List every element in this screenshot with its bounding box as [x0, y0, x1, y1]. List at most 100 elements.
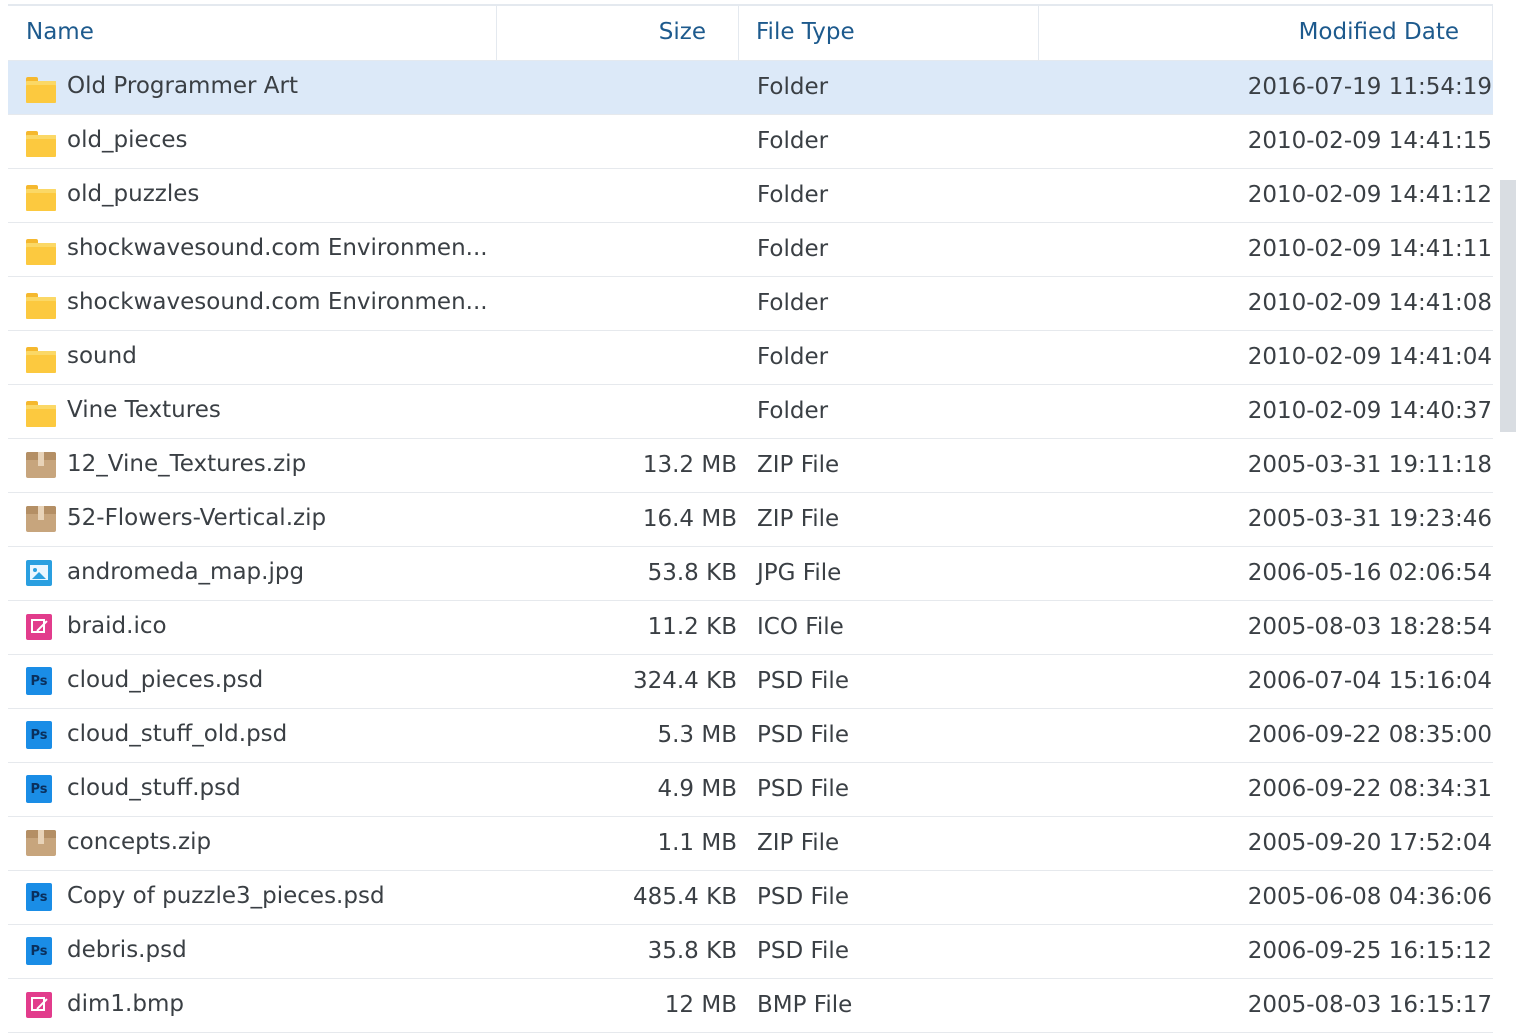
- file-name: sound: [67, 343, 137, 369]
- file-row[interactable]: Ps Copy of puzzle3_pieces.psd 485.4 KB PSD …: [8, 871, 1493, 925]
- file-row[interactable]: 52-Flowers-Vertical.zip 16.4 MB ZIP File 20…: [8, 493, 1493, 547]
- file-row[interactable]: sound Folder 2010-02-09 14:41:04: [8, 331, 1493, 385]
- file-type: JPG File: [757, 560, 842, 586]
- modified-date: 2010-02-09 14:40:37: [1247, 398, 1492, 424]
- file-list-body: Old Programmer Art Folder 2016-07-19 11:54…: [8, 61, 1493, 1033]
- file-name: Vine Textures: [67, 397, 221, 423]
- file-name: cloud_stuff.psd: [67, 775, 241, 801]
- file-name: old_puzzles: [67, 181, 200, 207]
- file-row[interactable]: concepts.zip 1.1 MB ZIP File 2005-09-20 17:…: [8, 817, 1493, 871]
- folder-icon: [26, 223, 58, 276]
- file-row[interactable]: braid.ico 11.2 KB ICO File 2005-08-03 18:28…: [8, 601, 1493, 655]
- modified-date: 2006-09-25 16:15:12: [1247, 938, 1492, 964]
- file-type: PSD File: [757, 668, 849, 694]
- file-size: [497, 61, 737, 114]
- photoshop-icon: Ps: [26, 763, 58, 816]
- file-type: Folder: [757, 74, 829, 100]
- zip-icon: [26, 439, 58, 492]
- file-row[interactable]: Ps debris.psd 35.8 KB PSD File 2006-09-25 16…: [8, 925, 1493, 979]
- file-size: [497, 331, 737, 384]
- file-size: [497, 385, 737, 438]
- file-type: Folder: [757, 344, 829, 370]
- file-size: 16.4 MB: [642, 506, 737, 532]
- modified-date: 2010-02-09 14:41:15: [1247, 128, 1492, 154]
- file-row[interactable]: dim1.bmp 12 MB BMP File 2005-08-03 16:15:17: [8, 979, 1493, 1033]
- file-size: [497, 277, 737, 330]
- zip-icon: [26, 493, 58, 546]
- file-name: shockwavesound.com Environmen...: [67, 289, 488, 315]
- file-row[interactable]: old_pieces Folder 2010-02-09 14:41:15: [8, 115, 1493, 169]
- file-type: PSD File: [757, 722, 849, 748]
- file-name: 52-Flowers-Vertical.zip: [67, 505, 327, 531]
- modified-date: 2005-08-03 18:28:54: [1247, 614, 1492, 640]
- folder-icon: [26, 61, 58, 114]
- file-row[interactable]: Old Programmer Art Folder 2016-07-19 11:54…: [8, 61, 1493, 115]
- file-name: dim1.bmp: [67, 991, 184, 1017]
- file-row[interactable]: shockwavesound.com Environmen... Folder 20…: [8, 277, 1493, 331]
- file-type: ZIP File: [757, 452, 840, 478]
- file-size: 1.1 MB: [657, 830, 737, 856]
- modified-date: 2005-06-08 04:36:06: [1247, 884, 1492, 910]
- file-size: [497, 223, 737, 276]
- file-name: Copy of puzzle3_pieces.psd: [67, 883, 385, 909]
- file-size: 485.4 KB: [632, 884, 737, 910]
- modified-date: 2010-02-09 14:41:11: [1247, 236, 1492, 262]
- column-header-size[interactable]: Size: [497, 6, 739, 60]
- modified-date: 2016-07-19 11:54:19: [1247, 74, 1492, 100]
- file-name: debris.psd: [67, 937, 187, 963]
- photoshop-icon: Ps: [26, 925, 58, 978]
- file-type: Folder: [757, 290, 829, 316]
- folder-icon: [26, 331, 58, 384]
- photoshop-icon: Ps: [26, 655, 58, 708]
- file-row[interactable]: old_puzzles Folder 2010-02-09 14:41:12: [8, 169, 1493, 223]
- file-size: 4.9 MB: [657, 776, 737, 802]
- file-name: shockwavesound.com Environmen...: [67, 235, 488, 261]
- file-type: BMP File: [757, 992, 853, 1018]
- modified-date: 2006-09-22 08:35:00: [1247, 722, 1492, 748]
- edit-image-icon: [26, 979, 58, 1032]
- column-header-file-type[interactable]: File Type: [739, 6, 1039, 60]
- file-type: ZIP File: [757, 830, 840, 856]
- file-name: concepts.zip: [67, 829, 212, 855]
- modified-date: 2010-02-09 14:41:12: [1247, 182, 1492, 208]
- file-row[interactable]: shockwavesound.com Environmen... Folder 20…: [8, 223, 1493, 277]
- file-list-table: Name Size File Type Modified Date Old Pr…: [8, 4, 1493, 1033]
- folder-icon: [26, 277, 58, 330]
- file-type: Folder: [757, 398, 829, 424]
- modified-date: 2010-02-09 14:41:04: [1247, 344, 1492, 370]
- vertical-scrollbar[interactable]: [1500, 180, 1516, 432]
- file-type: ZIP File: [757, 506, 840, 532]
- file-row[interactable]: andromeda_map.jpg 53.8 KB JPG File 2006-05-…: [8, 547, 1493, 601]
- modified-date: 2010-02-09 14:41:08: [1247, 290, 1492, 316]
- edit-image-icon: [26, 601, 58, 654]
- file-row[interactable]: Vine Textures Folder 2010-02-09 14:40:37: [8, 385, 1493, 439]
- file-name: Old Programmer Art: [67, 73, 298, 99]
- column-header-name[interactable]: Name: [8, 6, 497, 60]
- modified-date: 2005-03-31 19:23:46: [1247, 506, 1492, 532]
- file-type: PSD File: [757, 938, 849, 964]
- file-size: [497, 169, 737, 222]
- photoshop-icon: Ps: [26, 871, 58, 924]
- file-name: old_pieces: [67, 127, 188, 153]
- file-size: [497, 115, 737, 168]
- column-header-row: Name Size File Type Modified Date: [8, 4, 1493, 61]
- file-row[interactable]: Ps cloud_stuff_old.psd 5.3 MB PSD File 2006-…: [8, 709, 1493, 763]
- file-row[interactable]: 12_Vine_Textures.zip 13.2 MB ZIP File 2005-…: [8, 439, 1493, 493]
- modified-date: 2006-07-04 15:16:04: [1247, 668, 1492, 694]
- file-type: PSD File: [757, 884, 849, 910]
- file-name: andromeda_map.jpg: [67, 559, 305, 585]
- modified-date: 2005-09-20 17:52:04: [1247, 830, 1492, 856]
- zip-icon: [26, 817, 58, 870]
- photoshop-icon: Ps: [26, 709, 58, 762]
- folder-icon: [26, 115, 58, 168]
- column-header-modified-date[interactable]: Modified Date: [1039, 6, 1493, 60]
- file-row[interactable]: Ps cloud_pieces.psd 324.4 KB PSD File 2006-0…: [8, 655, 1493, 709]
- file-size: 13.2 MB: [642, 452, 737, 478]
- folder-icon: [26, 169, 58, 222]
- file-type: ICO File: [757, 614, 844, 640]
- file-name: cloud_pieces.psd: [67, 667, 264, 693]
- file-type: Folder: [757, 182, 829, 208]
- modified-date: 2006-05-16 02:06:54: [1247, 560, 1492, 586]
- file-row[interactable]: Ps cloud_stuff.psd 4.9 MB PSD File 2006-09-2…: [8, 763, 1493, 817]
- folder-icon: [26, 385, 58, 438]
